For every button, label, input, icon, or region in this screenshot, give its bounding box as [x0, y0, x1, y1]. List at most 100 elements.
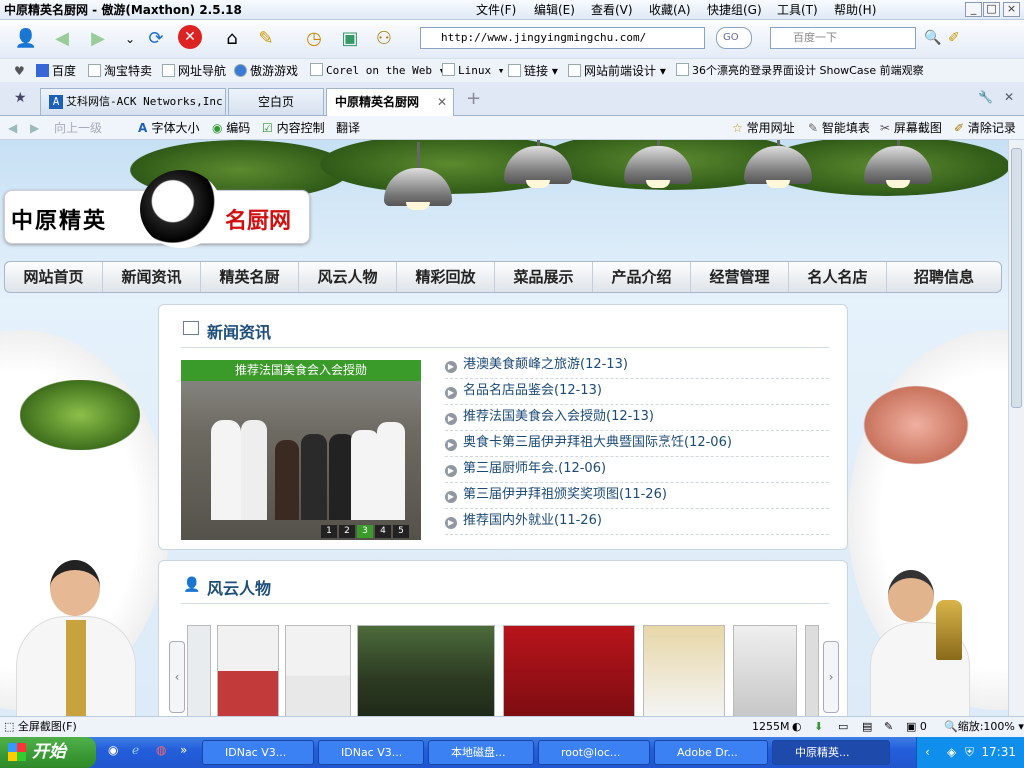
address-bar[interactable]: http://www.jingyingmingchu.com/ [420, 27, 705, 49]
taskbar-item[interactable]: Adobe Dr... [654, 740, 768, 765]
news-item[interactable]: ▶ 推荐法国美食会入会授勋(12-13) [445, 405, 829, 431]
person-photo[interactable] [733, 625, 797, 717]
person-photo[interactable] [357, 625, 495, 717]
favorite-linux[interactable]: Linux ▾ [442, 59, 504, 83]
user-icon[interactable]: 👤 [12, 25, 40, 53]
news-item[interactable]: ▶ 第三届厨师年会.(12-06) [445, 457, 829, 483]
nav-elite-chefs[interactable]: 精英名厨 [201, 262, 299, 292]
taskbar-item[interactable]: 本地磁盘... [428, 740, 534, 765]
stop-icon[interactable]: ✕ [178, 25, 202, 49]
menu-favorites[interactable]: 收藏(A) [649, 0, 691, 20]
menu-file[interactable]: 文件(F) [476, 0, 516, 20]
slide-page-4[interactable]: 4 [375, 525, 391, 538]
blocked-popups-counter[interactable]: ▣ 0 [906, 717, 927, 737]
forward-small-icon[interactable]: ▶ [30, 116, 39, 140]
download-icon[interactable]: ⬇ [814, 717, 823, 737]
favorite-nav[interactable]: 网址导航 [162, 59, 226, 83]
smart-fill-button[interactable]: ✎ 智能填表 [808, 116, 870, 140]
nav-home[interactable]: 网站首页 [5, 262, 103, 292]
close-tab-icon[interactable]: ✕ [437, 89, 447, 115]
nav-jobs[interactable]: 招聘信息 [887, 262, 1001, 292]
forward-icon[interactable]: ▶ [84, 25, 112, 53]
slide-page-2[interactable]: 2 [339, 525, 355, 538]
menu-groups[interactable]: 快捷组(G) [707, 0, 762, 20]
taskbar-item-active[interactable]: 中原精英... [772, 740, 890, 765]
page-icon[interactable]: ▤ [862, 717, 872, 737]
speaker-icon[interactable]: ◐ [792, 717, 802, 737]
save-page-icon[interactable]: ▣ [336, 25, 364, 53]
close-button[interactable]: × [1003, 2, 1020, 17]
nav-replay[interactable]: 精彩回放 [397, 262, 495, 292]
refresh-icon[interactable]: ⟳ [142, 25, 170, 53]
clean-icon[interactable]: ✐ [948, 30, 960, 46]
home-icon[interactable]: ⌂ [218, 25, 246, 53]
news-item[interactable]: ▶ 名品名店品鉴会(12-13) [445, 379, 829, 405]
tray-shield-icon[interactable]: ⛨ [965, 737, 974, 768]
favorite-login-design[interactable]: 36个漂亮的登录界面设计 ShowCase 前端观察 [676, 59, 924, 83]
back-icon[interactable]: ◀ [48, 25, 76, 53]
news-item[interactable]: ▶ 第三届伊尹拜祖颁奖奖项图(11-26) [445, 483, 829, 509]
nav-management[interactable]: 经营管理 [691, 262, 789, 292]
tray-arrow-icon[interactable]: ‹ [925, 737, 930, 768]
slide-page-1[interactable]: 1 [321, 525, 337, 538]
go-button[interactable]: GO [716, 27, 752, 49]
taskbar-item[interactable]: root@loc... [538, 740, 650, 765]
common-urls-button[interactable]: ☆ 常用网址 [732, 116, 795, 140]
favorite-games[interactable]: 傲游游戏 [234, 59, 298, 83]
nav-news[interactable]: 新闻资讯 [103, 262, 201, 292]
group-icon[interactable]: ⚇ [370, 25, 398, 53]
maximize-button[interactable]: □ [983, 2, 1000, 17]
minimize-button[interactable]: _ [965, 2, 982, 17]
back-small-icon[interactable]: ◀ [8, 116, 17, 140]
person-photo[interactable] [285, 625, 351, 717]
scroll-right-arrow[interactable]: › [823, 641, 839, 713]
clock[interactable]: 17:31 [981, 745, 1016, 759]
edit-icon[interactable]: ✎ [884, 717, 893, 737]
quicklaunch-app-icon[interactable]: ◍ [156, 743, 166, 757]
favorite-frontend[interactable]: 网站前端设计 ▾ [568, 59, 666, 83]
new-tab-icon[interactable]: + [466, 88, 481, 109]
tab-ack[interactable]: A 艾科网信-ACK Networks,Inc. [40, 88, 226, 115]
nav-famous-shops[interactable]: 名人名店 [789, 262, 887, 292]
network-icon[interactable]: ▭ [838, 717, 848, 737]
nav-dishes[interactable]: 菜品展示 [495, 262, 593, 292]
tray-app-icon[interactable]: ◈ [947, 737, 956, 768]
history-dropdown-icon[interactable]: ⌄ [116, 25, 144, 53]
slide-page-3[interactable]: 3 [357, 525, 373, 538]
news-item[interactable]: ▶ 推荐国内外就业(11-26) [445, 509, 829, 535]
person-photo[interactable] [805, 625, 819, 717]
taskbar-item[interactable]: IDNac V3... [318, 740, 424, 765]
taskbar-item[interactable]: IDNac V3... [202, 740, 314, 765]
menu-view[interactable]: 查看(V) [591, 0, 633, 20]
person-photo[interactable] [187, 625, 211, 717]
nav-products[interactable]: 产品介绍 [593, 262, 691, 292]
wrench-icon[interactable]: 🔧 [978, 90, 993, 104]
news-item[interactable]: ▶ 港澳美食颠峰之旅游(12-13) [445, 353, 829, 379]
person-photo[interactable] [217, 625, 279, 717]
clock-icon[interactable]: ◷ [300, 25, 328, 53]
tab-blank[interactable]: 空白页 [228, 88, 324, 115]
screenshot-button[interactable]: ✂ 屏幕截图 [880, 116, 942, 140]
quicklaunch-more-icon[interactable]: » [180, 743, 187, 757]
nav-figures[interactable]: 风云人物 [299, 262, 397, 292]
person-photo[interactable] [503, 625, 635, 717]
translate-button[interactable]: 翻译 [336, 116, 360, 140]
favorite-corel[interactable]: Corel on the Web ▾ [310, 59, 445, 83]
zoom-control[interactable]: 🔍缩放:100% ▾ [944, 717, 1024, 737]
font-size-button[interactable]: A 字体大小 [138, 116, 199, 140]
start-button[interactable]: 开始 [0, 737, 96, 768]
content-control-button[interactable]: ☑ 内容控制 [262, 116, 325, 140]
menu-help[interactable]: 帮助(H) [834, 0, 876, 20]
quicklaunch-explorer-icon[interactable]: ◉ [108, 743, 118, 757]
menu-tools[interactable]: 工具(T) [777, 0, 818, 20]
star-icon[interactable]: ★ [14, 90, 27, 106]
favorite-links[interactable]: 链接 ▾ [508, 59, 558, 83]
search-input[interactable]: 百度一下 [770, 27, 916, 49]
news-slideshow[interactable]: 推荐法国美食会入会授勋 1 2 3 4 5 [181, 360, 421, 540]
search-icon[interactable]: 🔍 [924, 30, 941, 46]
fullscreen-shot-button[interactable]: ⬚ 全屏截图(F) [4, 717, 77, 737]
close-all-icon[interactable]: ✕ [1004, 90, 1014, 104]
clear-history-button[interactable]: ✐ 清除记录 [954, 116, 1016, 140]
up-level-button[interactable]: 向上一级 [54, 116, 102, 140]
person-photo[interactable] [643, 625, 725, 717]
